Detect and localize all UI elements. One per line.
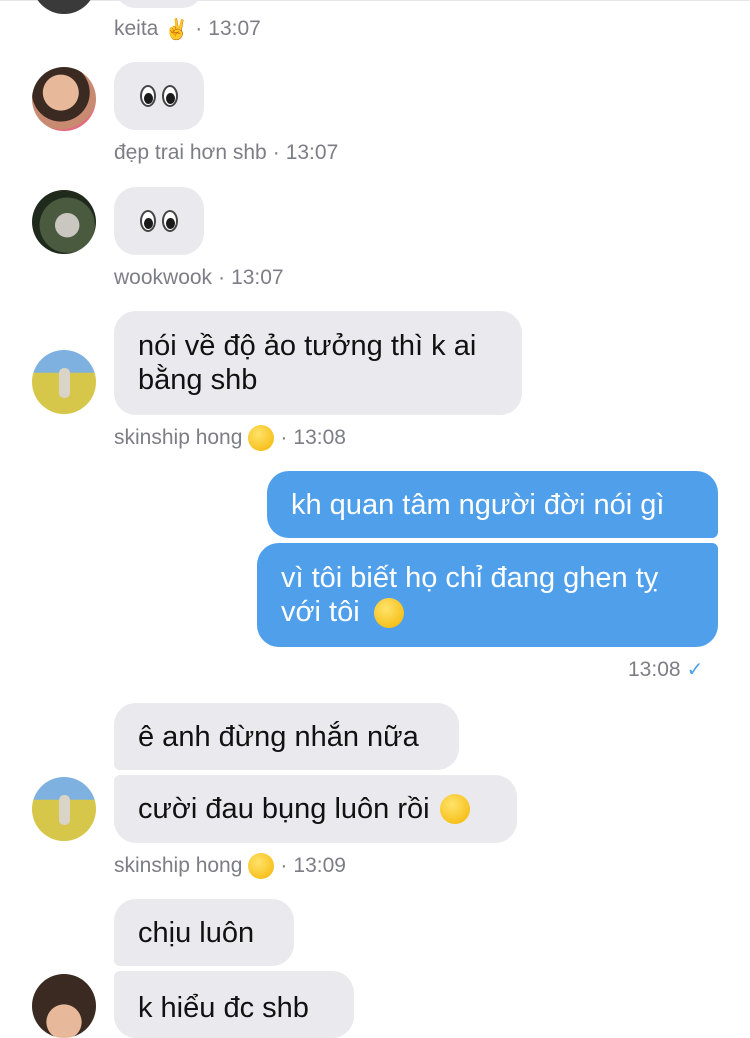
avatar-skinship-hong[interactable] — [32, 350, 96, 414]
message-text: cười đau bụng luôn rồi — [138, 793, 430, 825]
message-text: vì tôi biết họ chỉ đang ghen tỵ với tôi — [281, 562, 659, 629]
message-text: chịu luôn — [138, 916, 255, 949]
message-meta: skinship hong · 13:09 — [114, 853, 346, 879]
smiling-face-with-tear-emoji-icon — [439, 794, 470, 824]
separator: · — [218, 266, 226, 289]
message-meta: đẹp trai hơn shb · 13:07 — [114, 141, 338, 165]
message-bubble[interactable]: cười đau bụng luôn rồi — [114, 775, 517, 843]
message-bubble-partial[interactable] — [114, 0, 204, 8]
sender-name: skinship hong — [114, 426, 243, 449]
message-time: 13:07 — [231, 266, 284, 289]
outgoing-message-bubble[interactable]: kh quan tâm người đời nói gì — [267, 471, 718, 538]
message-bubble[interactable]: chịu luôn — [114, 899, 294, 966]
message-meta: wookwook · 13:07 — [114, 266, 284, 290]
avatar-skinship-hong[interactable] — [32, 777, 96, 841]
message-meta: skinship hong · 13:08 — [114, 425, 346, 451]
message-bubble-eyes[interactable] — [114, 187, 204, 255]
message-bubble[interactable]: k hiểu đc shb — [114, 971, 354, 1038]
separator: · — [280, 426, 288, 449]
message-text: nói về độ ảo tưởng thì k ai bằng shb — [138, 330, 477, 396]
message-bubble[interactable]: nói về độ ảo tưởng thì k ai bằng shb — [114, 311, 522, 415]
message-bubble[interactable]: ê anh đừng nhắn nữa — [114, 703, 459, 770]
separator: · — [195, 17, 203, 40]
eyes-emoji-icon — [140, 85, 178, 107]
message-time: 13:08 — [293, 426, 346, 449]
message-time: 13:08 — [628, 657, 681, 681]
avatar-partial[interactable] — [32, 0, 96, 14]
sender-name: skinship hong — [114, 854, 243, 877]
message-time: 13:09 — [293, 854, 346, 877]
message-meta: keita ✌️ · 13:07 — [114, 17, 261, 41]
outgoing-message-bubble[interactable]: vì tôi biết họ chỉ đang ghen tỵ với tôi — [257, 543, 718, 647]
sender-name: wookwook — [114, 266, 213, 289]
outgoing-meta: 13:08 ✓ — [628, 657, 703, 682]
sender-name: keita — [114, 17, 159, 40]
eyes-emoji-icon — [140, 210, 178, 232]
victory-hand-emoji-icon: ✌️ — [164, 17, 190, 41]
message-bubble-eyes[interactable] — [114, 62, 204, 130]
message-time: 13:07 — [285, 141, 339, 164]
sender-name: đẹp trai hơn shb — [114, 141, 267, 164]
avatar-wookwook[interactable] — [32, 190, 96, 254]
smiling-face-with-hearts-emoji-icon — [248, 853, 275, 879]
check-icon: ✓ — [686, 659, 704, 681]
message-text: kh quan tâm người đời nói gì — [291, 488, 665, 521]
avatar-dep-trai[interactable] — [32, 67, 96, 131]
separator: · — [280, 854, 288, 877]
message-text: k hiểu đc shb — [138, 992, 309, 1024]
face-with-hand-over-mouth-emoji-icon — [373, 598, 404, 629]
avatar-partial-bottom[interactable] — [32, 974, 96, 1038]
smiling-face-with-hearts-emoji-icon — [248, 425, 275, 451]
separator: · — [272, 141, 280, 164]
message-text: ê anh đừng nhắn nữa — [138, 720, 419, 753]
message-time: 13:07 — [208, 17, 261, 40]
top-divider — [0, 0, 750, 1]
